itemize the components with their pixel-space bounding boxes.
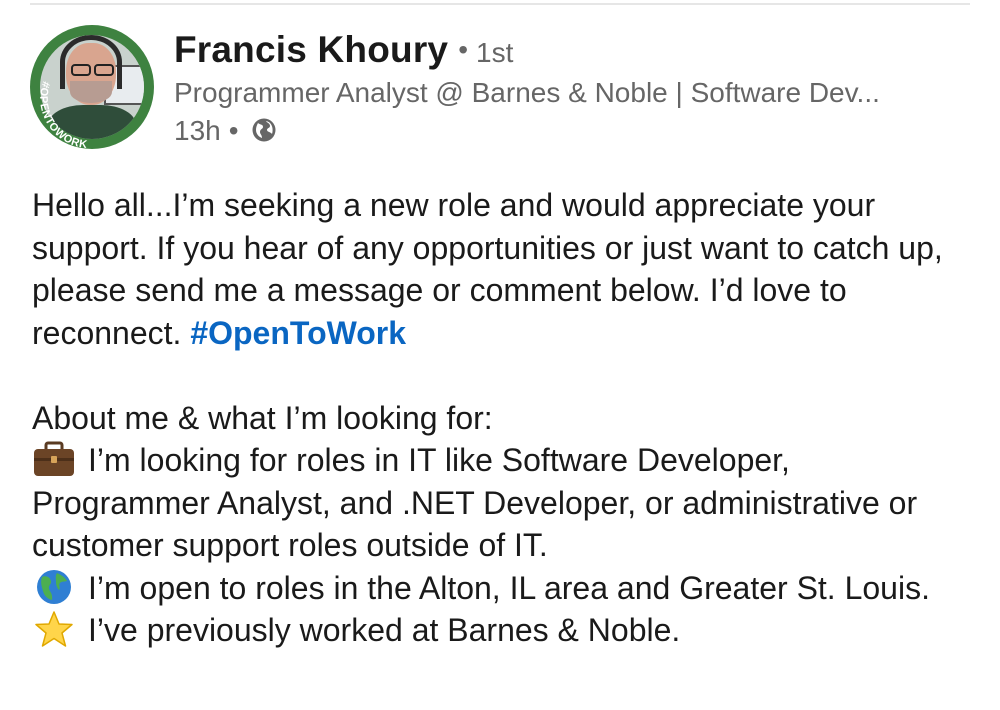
about-heading: About me & what I’m looking for: bbox=[32, 399, 493, 436]
post-body: Hello all...I’m seeking a new role and w… bbox=[32, 184, 972, 652]
list-item-text: I’ve previously worked at Barnes & Noble… bbox=[88, 612, 681, 648]
post-meta: 13h • bbox=[174, 115, 277, 147]
intro-text: Hello all...I’m seeking a new role and w… bbox=[32, 187, 943, 351]
intro-paragraph: Hello all...I’m seeking a new role and w… bbox=[32, 184, 972, 354]
post-header: #OPENTOWORK Francis Khoury • 1st Programme… bbox=[30, 25, 970, 155]
separator-dot: • bbox=[228, 115, 239, 146]
hashtag-link[interactable]: #OpenToWork bbox=[190, 315, 406, 351]
briefcase-icon bbox=[32, 441, 76, 477]
list-item-text: I’m looking for roles in IT like Softwar… bbox=[32, 442, 918, 563]
svg-text:#OPENTOWORK: #OPENTOWORK bbox=[37, 80, 88, 149]
author-name[interactable]: Francis Khoury bbox=[174, 29, 448, 70]
globe-icon bbox=[251, 117, 277, 143]
top-divider bbox=[30, 3, 970, 5]
globe-americas-icon bbox=[32, 569, 76, 605]
separator-dot: • bbox=[458, 34, 469, 65]
list-item: I’ve previously worked at Barnes & Noble… bbox=[32, 609, 972, 652]
author-headline: Programmer Analyst @ Barnes & Noble | So… bbox=[174, 77, 880, 108]
list-item: I’m looking for roles in IT like Softwar… bbox=[32, 439, 972, 567]
post-time: 13h bbox=[174, 115, 221, 146]
star-icon bbox=[32, 611, 76, 647]
open-to-work-badge: #OPENTOWORK bbox=[30, 25, 154, 149]
author-name-line: Francis Khoury • 1st bbox=[174, 29, 513, 71]
connection-degree: 1st bbox=[476, 37, 514, 68]
avatar[interactable]: #OPENTOWORK bbox=[30, 25, 154, 149]
open-to-work-badge-text: #OPENTOWORK bbox=[37, 80, 88, 149]
list-item: I’m open to roles in the Alton, IL area … bbox=[32, 567, 972, 610]
list-item-text: I’m open to roles in the Alton, IL area … bbox=[88, 569, 930, 606]
